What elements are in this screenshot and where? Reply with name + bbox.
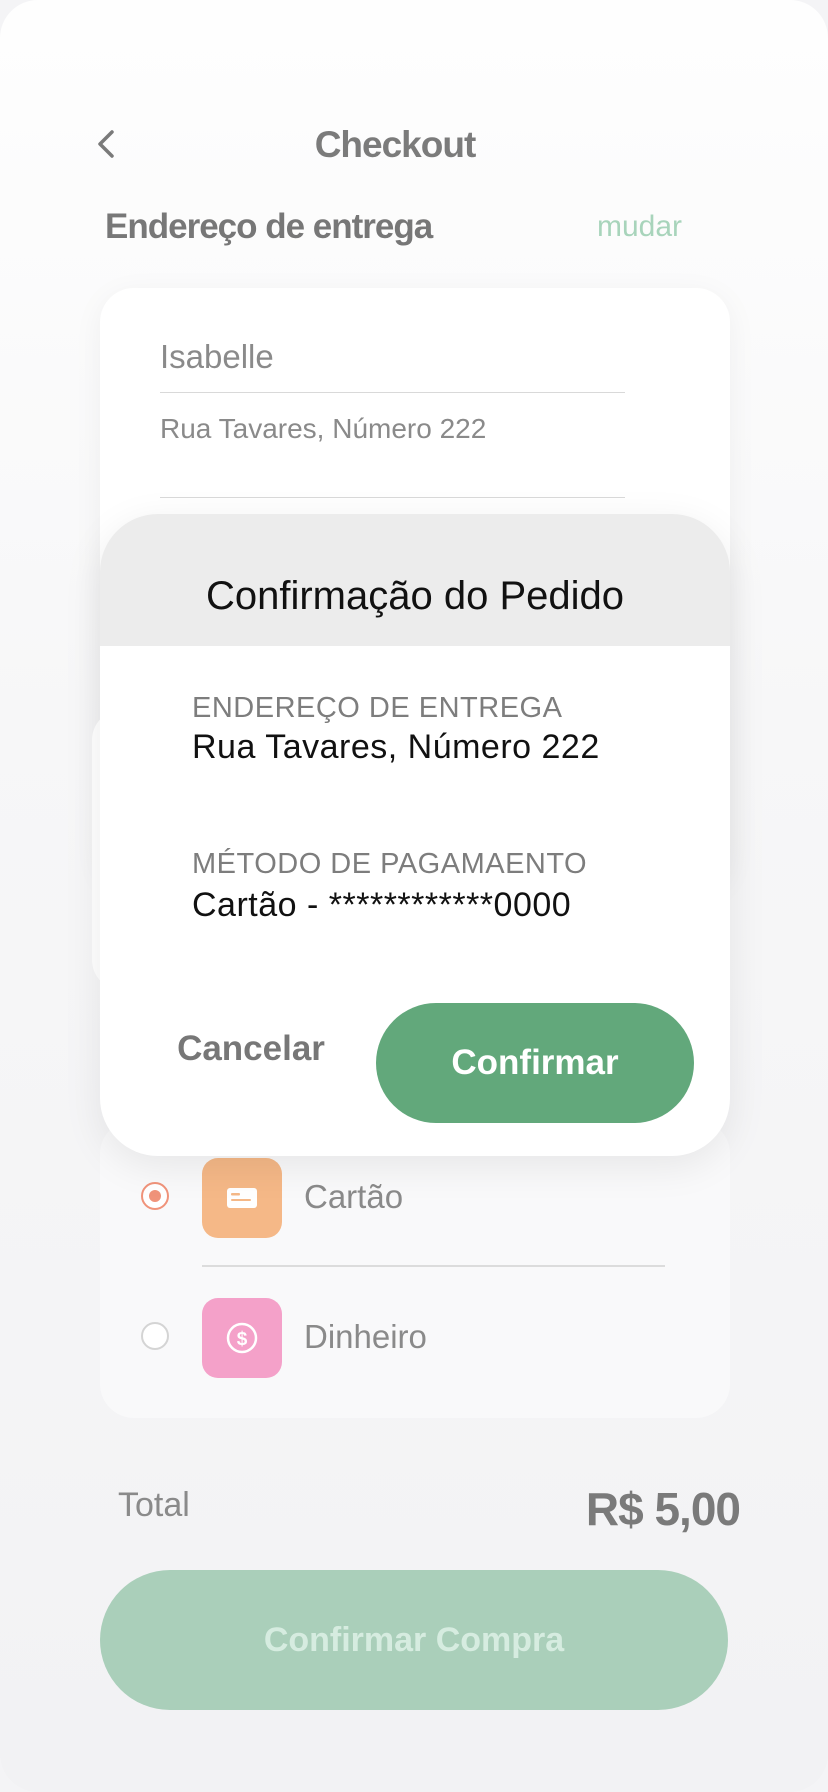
street-field[interactable]: Rua Tavares, Número 222 (160, 413, 625, 498)
card-icon-tile (202, 1158, 282, 1238)
confirm-button[interactable]: Confirmar (376, 1003, 694, 1123)
radio-card-selected[interactable] (141, 1182, 169, 1210)
card-icon (227, 1188, 257, 1208)
payment-option-cash[interactable]: $ Dinheiro (100, 1298, 730, 1380)
payment-option-label: Cartão (304, 1178, 404, 1215)
delivery-section-title: Endereço de entrega (105, 207, 433, 246)
checkout-screen: Checkout Endereço de entrega mudar Isabe… (0, 0, 828, 1792)
total-label: Total (118, 1486, 190, 1524)
payment-methods-card: Cartão $ Dinheiro (100, 1120, 730, 1418)
address-value: Rua Tavares, Número 222 (192, 728, 600, 766)
svg-text:$: $ (237, 1329, 248, 1350)
payment-option-card[interactable]: Cartão (100, 1158, 730, 1240)
name-field[interactable]: Isabelle (160, 338, 625, 393)
address-label: ENDEREÇO DE ENTREGA (192, 692, 563, 724)
dollar-icon: $ (226, 1322, 258, 1354)
payment-method-value: Cartão - ************0000 (192, 886, 572, 924)
total-value: R$ 5,00 (585, 1483, 741, 1535)
radio-cash[interactable] (141, 1322, 169, 1350)
change-address-link[interactable]: mudar (597, 210, 682, 244)
confirm-purchase-button[interactable]: Confirmar Compra (100, 1570, 728, 1710)
dollar-icon-tile: $ (202, 1298, 282, 1378)
modal-title: Confirmação do Pedido (205, 574, 625, 618)
order-confirmation-modal: Confirmação do Pedido ENDEREÇO DE ENTREG… (100, 514, 730, 1156)
payment-method-label: MÉTODO DE PAGAMAENTO (192, 848, 588, 880)
payment-divider (202, 1265, 665, 1267)
payment-option-label: Dinheiro (304, 1318, 427, 1355)
cancel-button[interactable]: Cancelar (166, 1004, 336, 1094)
page-title: Checkout (314, 124, 477, 165)
